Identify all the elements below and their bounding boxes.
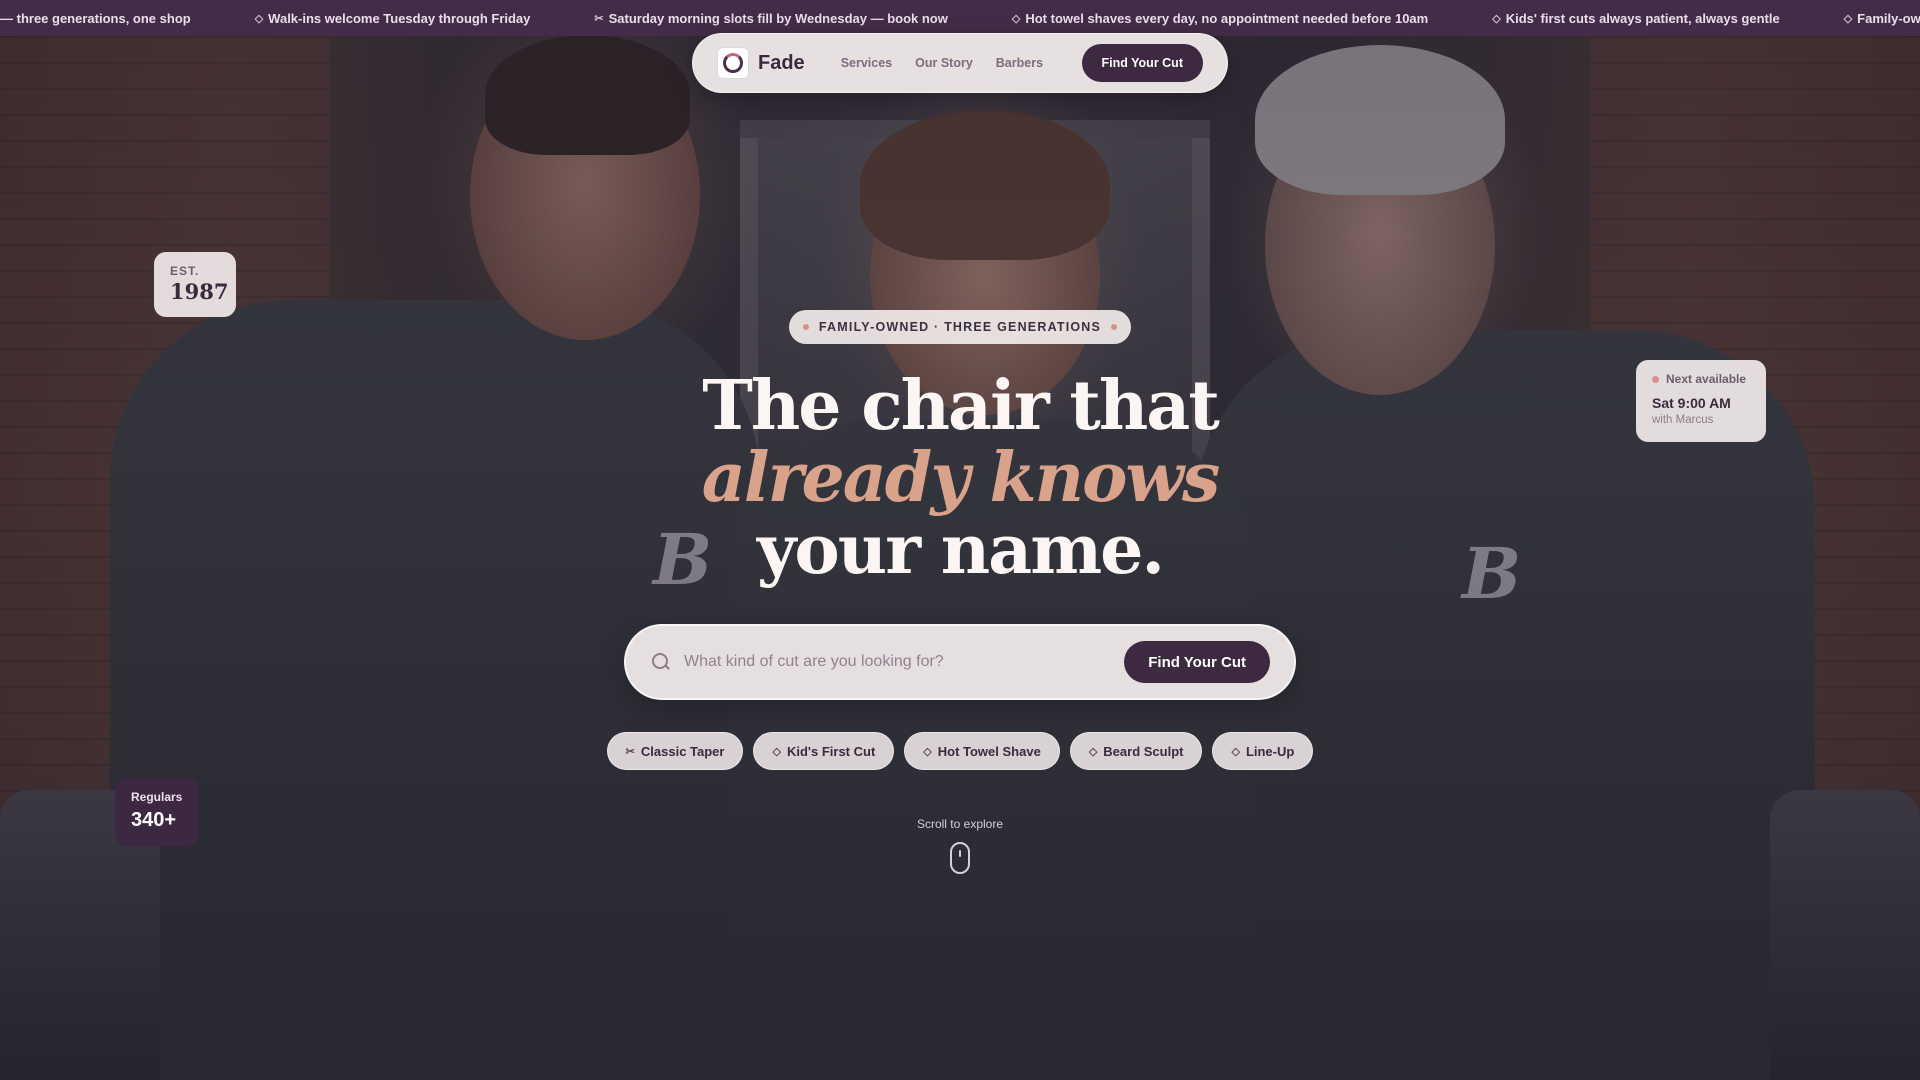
search-bar: Find Your Cut <box>624 624 1296 700</box>
marquee-text: Family-owned si <box>1857 10 1920 26</box>
established-label: EST. <box>170 264 200 278</box>
marquee-text: Hot towel shaves every day, no appointme… <box>1025 10 1429 26</box>
search-icon <box>652 653 670 671</box>
regulars-card: Regulars 340+ <box>115 778 199 846</box>
search-find-your-cut-button[interactable]: Find Your Cut <box>1124 641 1270 683</box>
chip-icon: ◇ <box>1088 745 1098 758</box>
top-navbar: Fade Services Our Story Barbers Find You… <box>692 33 1228 93</box>
nav-link-barbers[interactable]: Barbers <box>996 56 1043 70</box>
chip-hot-towel-shave[interactable]: ◇ Hot Towel Shave <box>904 732 1060 770</box>
dot-icon <box>1111 324 1118 330</box>
marquee-icon: ◇ <box>254 12 264 25</box>
next-available-header: Next available <box>1652 372 1750 386</box>
chip-kids-first-cut[interactable]: ◇ Kid's First Cut <box>753 732 895 770</box>
established-card: EST. 1987 <box>154 252 236 317</box>
scroll-hint: Scroll to explore <box>916 817 1004 831</box>
status-dot-icon <box>1652 375 1659 383</box>
hero-headline: The chair that already knows your name. <box>560 370 1360 586</box>
announcement-marquee: — three generations, one shop ◇ Walk-ins… <box>0 0 1920 36</box>
marquee-item: ◇ Kids' first cuts always patient, alway… <box>1492 11 1843 26</box>
marquee-icon: ◇ <box>1843 12 1853 25</box>
marquee-track: — three generations, one shop ◇ Walk-ins… <box>0 0 1920 36</box>
headline-line-2-accent: already knows <box>701 438 1221 518</box>
dot-icon <box>802 324 809 330</box>
nav-links: Services Our Story Barbers <box>841 56 1043 70</box>
marquee-item: ◇ Walk-ins welcome Tuesday through Frida… <box>255 11 595 26</box>
headline-line-3: your name. <box>756 510 1165 590</box>
next-available-card[interactable]: Next available Sat 9:00 AM with Marcus <box>1636 360 1766 442</box>
chip-icon: ◇ <box>772 745 781 758</box>
chip-label: Kid's First Cut <box>786 743 876 759</box>
chip-label: Hot Towel Shave <box>937 743 1041 759</box>
next-available-label: Next available <box>1666 372 1747 386</box>
marquee-icon: ◇ <box>1492 12 1501 25</box>
chip-icon: ◇ <box>1231 745 1240 758</box>
next-available-barber: with Marcus <box>1652 414 1714 426</box>
chip-label: Beard Sculpt <box>1103 743 1184 759</box>
service-chips: ✂ Classic Taper ◇ Kid's First Cut ◇ Hot … <box>603 732 1317 770</box>
next-available-time: Sat 9:00 AM <box>1652 395 1731 411</box>
marquee-text: Walk-ins welcome Tuesday through Friday <box>268 10 531 26</box>
nav-link-our-story[interactable]: Our Story <box>915 56 973 70</box>
headline-line-1: The chair that <box>702 366 1220 446</box>
scissors-icon: ✂ <box>594 12 604 25</box>
search-input[interactable] <box>684 653 1125 671</box>
marquee-item: ◇ Hot towel shaves every day, no appoint… <box>1012 11 1492 26</box>
marquee-icon: ◇ <box>1011 12 1021 25</box>
logo-icon[interactable] <box>717 47 749 79</box>
marquee-text: — three generations, one shop <box>0 10 191 26</box>
marquee-item: ◇ Family-owned si <box>1844 11 1920 26</box>
marquee-text: Kids' first cuts always patient, always … <box>1505 10 1780 26</box>
nav-link-services[interactable]: Services <box>841 56 892 70</box>
hero-tagline-text: FAMILY-OWNED · THREE GENERATIONS <box>818 320 1102 334</box>
nav-find-your-cut-button[interactable]: Find Your Cut <box>1081 44 1203 82</box>
chip-line-up[interactable]: ◇ Line-Up <box>1212 732 1314 770</box>
chip-classic-taper[interactable]: ✂ Classic Taper <box>606 732 744 770</box>
chip-label: Line-Up <box>1245 743 1295 759</box>
mouse-scroll-icon[interactable] <box>950 842 970 874</box>
brand-name[interactable]: Fade <box>758 52 805 75</box>
marquee-item: ✂ Saturday morning slots fill by Wednesd… <box>594 11 1011 26</box>
scissors-icon: ✂ <box>625 745 635 758</box>
established-year: 1987 <box>170 279 229 304</box>
regulars-label: Regulars <box>131 790 183 804</box>
regulars-count: 340+ <box>131 809 177 831</box>
chip-beard-sculpt[interactable]: ◇ Beard Sculpt <box>1069 732 1203 770</box>
chip-label: Classic Taper <box>640 743 725 759</box>
hero-tagline-badge: FAMILY-OWNED · THREE GENERATIONS <box>789 310 1131 344</box>
chip-icon: ◇ <box>923 745 932 758</box>
marquee-item: — three generations, one shop <box>0 11 255 26</box>
marquee-text: Saturday morning slots fill by Wednesday… <box>608 10 948 26</box>
